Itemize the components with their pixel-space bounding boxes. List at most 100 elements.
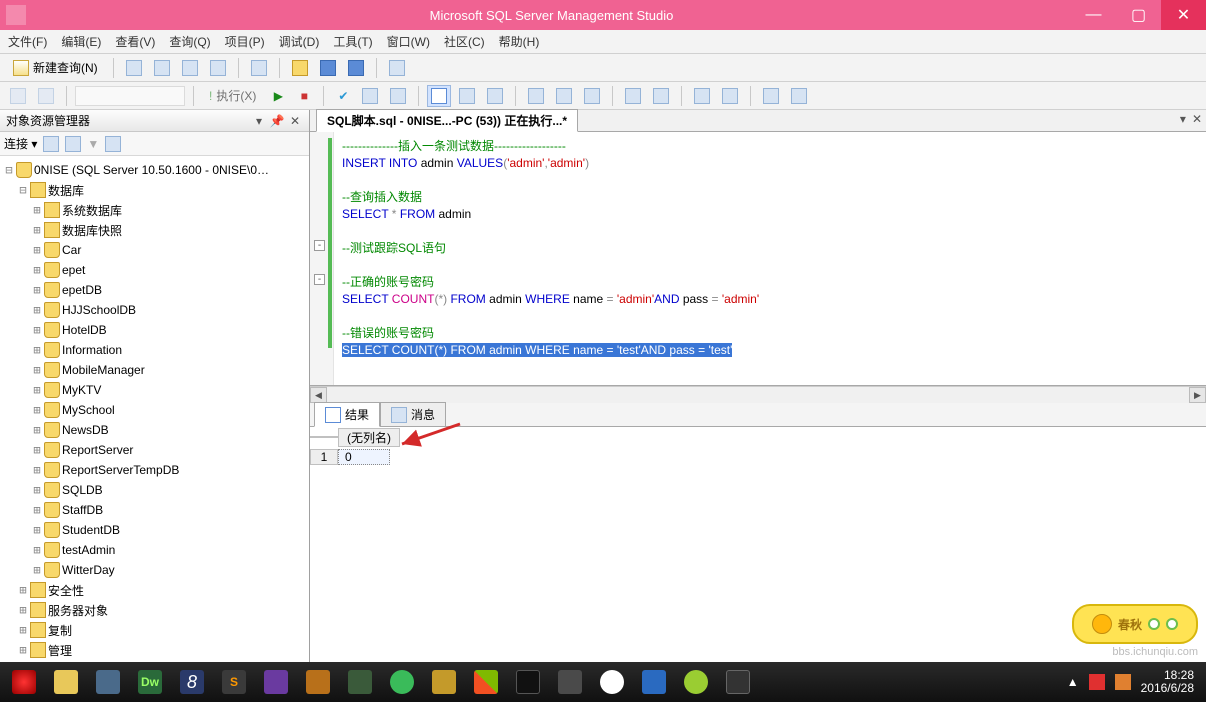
database-combo[interactable] <box>75 86 185 106</box>
tree-server-node[interactable]: 0NISE (SQL Server 10.50.1600 - 0NISE\0… <box>34 163 269 177</box>
results-tab[interactable]: 结果 <box>314 402 380 427</box>
expander-icon[interactable]: ⊞ <box>30 363 44 377</box>
results-text-button[interactable] <box>455 85 479 107</box>
oe-refresh-icon[interactable] <box>43 136 59 152</box>
expander-icon[interactable]: ⊞ <box>30 483 44 497</box>
expander-icon[interactable]: ⊟ <box>16 183 30 197</box>
tree-db-node[interactable]: SQLDB <box>62 483 103 497</box>
expander-icon[interactable]: ⊞ <box>16 603 30 617</box>
panel-dropdown-icon[interactable]: ▾ <box>251 113 267 129</box>
tb2-btn-11[interactable] <box>524 85 548 107</box>
tree-db-node[interactable]: HJJSchoolDB <box>62 303 136 317</box>
task-app-3[interactable] <box>88 665 128 699</box>
expander-icon[interactable]: ⊟ <box>2 163 16 177</box>
debug-play-button[interactable]: ▶ <box>267 85 289 107</box>
tree-snapshot-node[interactable]: 数据库快照 <box>62 222 122 239</box>
expander-icon[interactable]: ⊞ <box>16 583 30 597</box>
object-explorer-tree[interactable]: ⊟ 0NISE (SQL Server 10.50.1600 - 0NISE\0…… <box>0 156 309 680</box>
menu-community[interactable]: 社区(C) <box>444 33 485 50</box>
expander-icon[interactable]: ⊞ <box>30 303 44 317</box>
oe-btn4[interactable] <box>105 136 121 152</box>
tree-security-node[interactable]: 安全性 <box>48 582 84 599</box>
windows-taskbar[interactable]: Dw 8 S ▲ 18:28 2016/6/28 <box>0 662 1206 702</box>
expander-icon[interactable]: ⊞ <box>30 543 44 557</box>
task-app-1[interactable] <box>4 665 44 699</box>
task-app-evernote[interactable] <box>550 665 590 699</box>
menu-help[interactable]: 帮助(H) <box>499 33 540 50</box>
tree-databases-node[interactable]: 数据库 <box>48 182 84 199</box>
task-app-5[interactable]: 8 <box>172 665 212 699</box>
close-button[interactable]: ✕ <box>1161 0 1206 30</box>
tree-db-node[interactable]: Car <box>62 243 81 257</box>
new-query-button[interactable]: 新建查询(N) <box>6 57 105 79</box>
task-app-16[interactable] <box>634 665 674 699</box>
oe-btn2[interactable] <box>65 136 81 152</box>
panel-close-icon[interactable]: ✕ <box>287 113 303 129</box>
tree-management-node[interactable]: 管理 <box>48 642 72 659</box>
tree-db-node[interactable]: StudentDB <box>62 523 120 537</box>
expander-icon[interactable]: ⊞ <box>30 203 44 217</box>
expander-icon[interactable]: ⊞ <box>30 463 44 477</box>
tree-db-node[interactable]: StaffDB <box>62 503 103 517</box>
tree-db-node[interactable]: MobileManager <box>62 363 145 377</box>
task-app-18[interactable] <box>718 665 758 699</box>
menu-edit[interactable]: 编辑(E) <box>61 33 101 50</box>
task-app-sublime[interactable]: S <box>214 665 254 699</box>
expander-icon[interactable]: ⊞ <box>30 323 44 337</box>
save-all-button[interactable] <box>344 57 368 79</box>
expander-icon[interactable]: ⊞ <box>30 503 44 517</box>
task-app-17[interactable] <box>676 665 716 699</box>
menu-query[interactable]: 查询(Q) <box>169 33 210 50</box>
grid-row-header[interactable]: 1 <box>310 449 338 465</box>
tb-btn-9[interactable] <box>385 57 409 79</box>
expander-icon[interactable]: ⊞ <box>16 623 30 637</box>
menu-tools[interactable]: 工具(T) <box>333 33 372 50</box>
sql-editor[interactable]: - - --------------插入一条测试数据--------------… <box>310 132 1206 386</box>
tb-btn-2[interactable] <box>150 57 174 79</box>
indent-button[interactable] <box>621 85 645 107</box>
task-app-10[interactable] <box>382 665 422 699</box>
tree-db-node[interactable]: MySchool <box>62 403 115 417</box>
tb2-btn-13[interactable] <box>580 85 604 107</box>
system-tray[interactable]: ▲ 18:28 2016/6/28 <box>1067 669 1202 695</box>
messages-tab[interactable]: 消息 <box>380 402 446 427</box>
tree-serverobj-node[interactable]: 服务器对象 <box>48 602 108 619</box>
tree-db-node[interactable]: NewsDB <box>62 423 109 437</box>
expander-icon[interactable]: ⊞ <box>30 443 44 457</box>
tb-btn-3[interactable] <box>178 57 202 79</box>
panel-pin-icon[interactable]: 📌 <box>269 113 285 129</box>
minimize-button[interactable]: — <box>1071 0 1116 30</box>
results-file-button[interactable] <box>483 85 507 107</box>
tree-db-node[interactable]: MyKTV <box>62 383 101 397</box>
expander-icon[interactable]: ⊞ <box>30 283 44 297</box>
tb2-btn-18[interactable] <box>759 85 783 107</box>
expander-icon[interactable]: ⊞ <box>30 423 44 437</box>
tree-replication-node[interactable]: 复制 <box>48 622 72 639</box>
tree-db-node[interactable]: testAdmin <box>62 543 115 557</box>
tb2-btn-12[interactable] <box>552 85 576 107</box>
tb2-btn-19[interactable] <box>787 85 811 107</box>
editor-body[interactable]: --------------插入一条测试数据------------------… <box>334 132 1206 385</box>
grid-cell[interactable]: 0 <box>338 449 390 465</box>
expander-icon[interactable]: ⊞ <box>16 643 30 657</box>
results-grid[interactable]: (无列名) 1 0 <box>310 427 1206 680</box>
tree-sysdb-node[interactable]: 系统数据库 <box>62 202 122 219</box>
tab-dropdown-icon[interactable]: ▾ <box>1180 112 1186 126</box>
tb-btn-1[interactable] <box>122 57 146 79</box>
selected-text[interactable]: SELECT COUNT(*) FROM admin WHERE name = … <box>342 343 732 357</box>
outline-collapse-icon[interactable]: - <box>314 274 325 285</box>
tree-db-node[interactable]: epet <box>62 263 85 277</box>
task-app-vs[interactable] <box>256 665 296 699</box>
oe-filter-icon[interactable]: ▼ <box>87 137 99 151</box>
expander-icon[interactable]: ⊞ <box>30 523 44 537</box>
task-app-12[interactable] <box>466 665 506 699</box>
tb2-btn-7[interactable] <box>386 85 410 107</box>
outdent-button[interactable] <box>649 85 673 107</box>
menu-project[interactable]: 项目(P) <box>225 33 265 50</box>
tb2-btn-1[interactable] <box>6 85 30 107</box>
menu-view[interactable]: 查看(V) <box>115 33 155 50</box>
task-app-8[interactable] <box>298 665 338 699</box>
expander-icon[interactable]: ⊞ <box>30 223 44 237</box>
maximize-button[interactable]: ▢ <box>1116 0 1161 30</box>
menu-window[interactable]: 窗口(W) <box>387 33 430 50</box>
